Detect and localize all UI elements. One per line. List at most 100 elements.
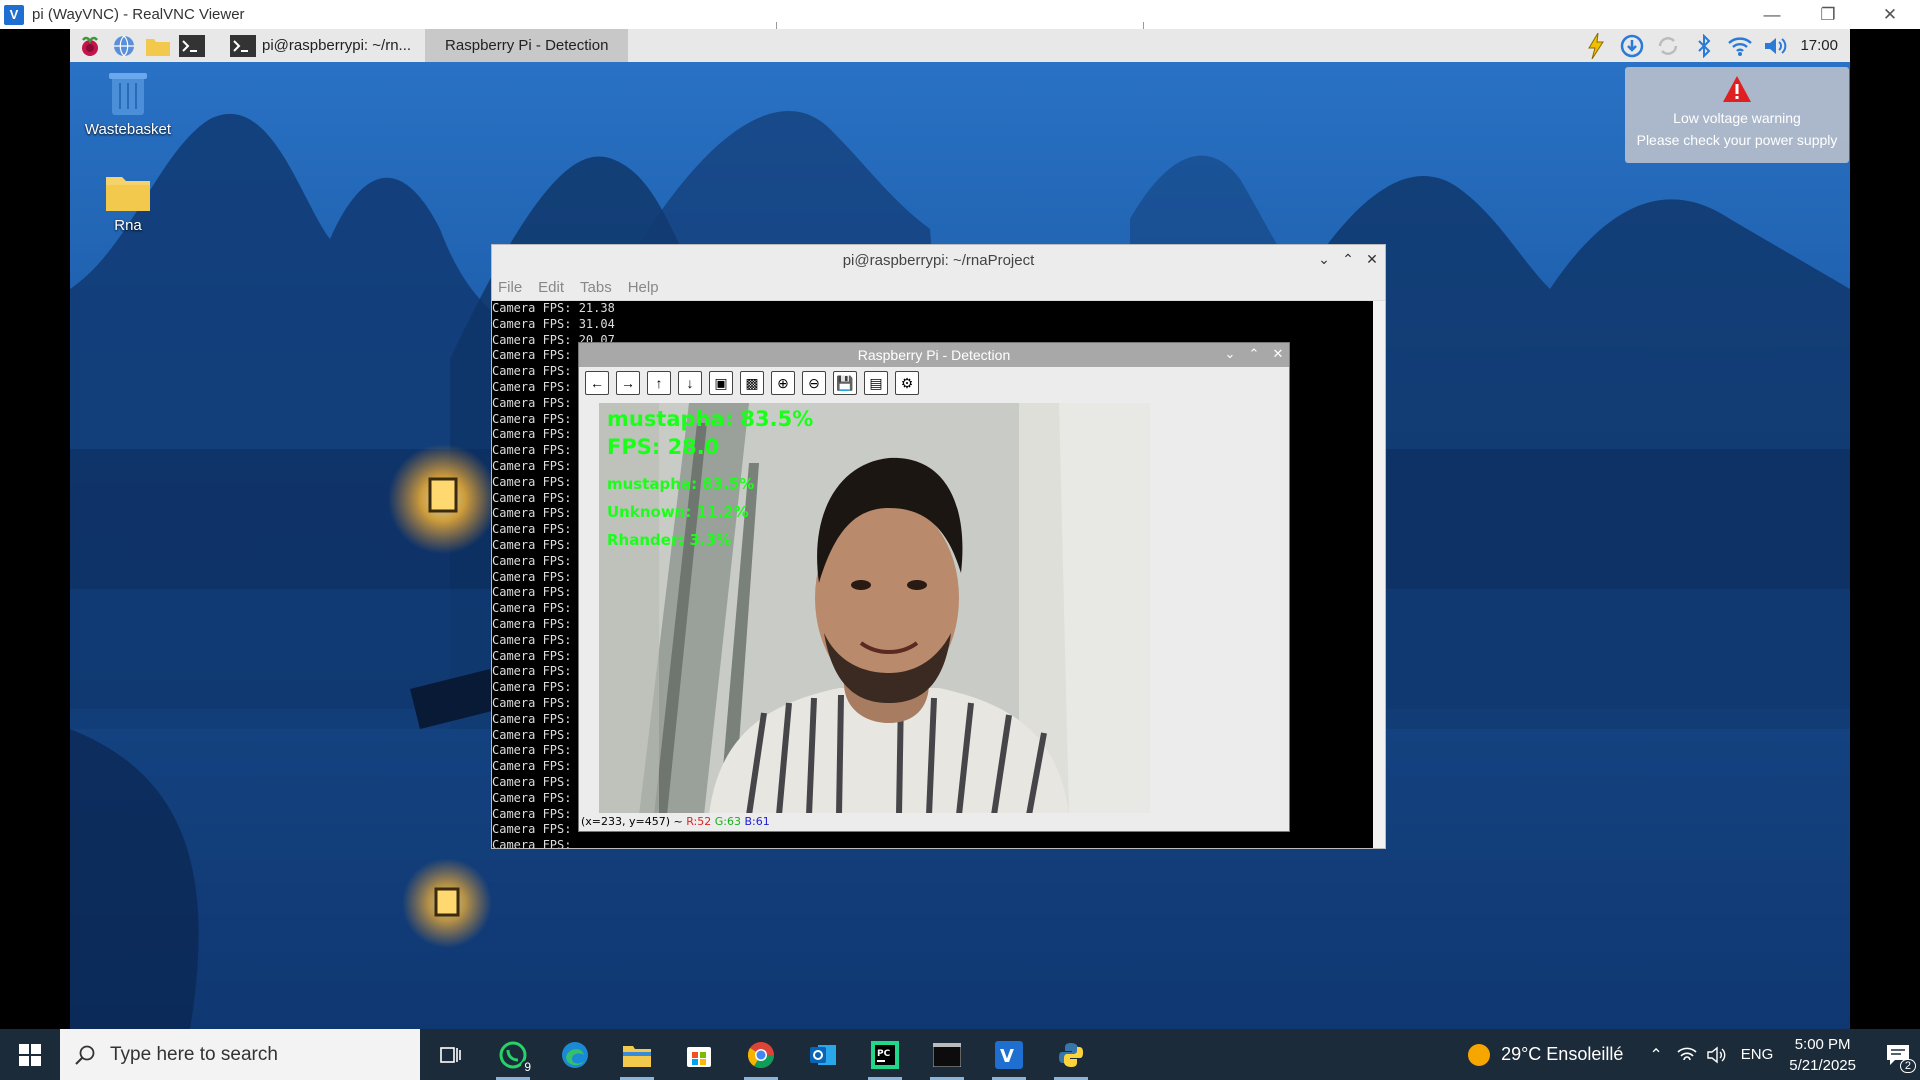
desktop-icon-label: Wastebasket xyxy=(84,121,172,138)
task-view-icon[interactable] xyxy=(420,1029,482,1080)
close-icon[interactable]: ✕ xyxy=(1269,346,1287,362)
pixel-status-bar: (x=233, y=457) ~ R:52 G:63 B:61 xyxy=(579,813,1289,831)
settings-icon[interactable]: ⚙ xyxy=(895,371,919,395)
sync-icon[interactable] xyxy=(1650,29,1686,62)
remote-desktop[interactable]: pi@raspberrypi: ~/rn... Raspberry Pi - D… xyxy=(70,29,1850,1029)
camera-image xyxy=(599,403,1150,815)
chevron-up-icon[interactable]: ⌃ xyxy=(1339,251,1357,268)
speaker-icon[interactable] xyxy=(1707,1046,1727,1064)
bluetooth-icon[interactable] xyxy=(1686,29,1722,62)
pi-panel: pi@raspberrypi: ~/rn... Raspberry Pi - D… xyxy=(70,29,1850,62)
detection-titlebar[interactable]: Raspberry Pi - Detection ⌄ ⌃ ✕ xyxy=(579,343,1289,367)
update-download-icon[interactable] xyxy=(1614,29,1650,62)
menu-edit[interactable]: Edit xyxy=(538,279,564,296)
show-hidden-icons-icon[interactable]: ⌃ xyxy=(1649,1045,1662,1065)
terminal-line: Camera FPS: xyxy=(492,838,572,848)
terminal-launcher-icon[interactable] xyxy=(178,32,206,60)
taskbar-clock[interactable]: 5:00 PM 5/21/2025 xyxy=(1789,1034,1856,1076)
pi-clock[interactable]: 17:00 xyxy=(1794,37,1850,54)
terminal-menubar: File Edit Tabs Help xyxy=(492,275,1385,301)
edge-icon[interactable] xyxy=(544,1029,606,1080)
chevron-up-icon[interactable]: ⌃ xyxy=(1245,346,1263,362)
windows-taskbar: Type here to search 9 PC V 29°C Ensoleil… xyxy=(0,1029,1920,1080)
taskbar-date: 5/21/2025 xyxy=(1789,1056,1856,1074)
file-manager-icon[interactable] xyxy=(144,32,172,60)
low-voltage-notification[interactable]: Low voltage warning Please check your po… xyxy=(1625,67,1849,163)
zoom-in-icon[interactable]: ⊕ xyxy=(771,371,795,395)
pan-up-icon[interactable]: ↑ xyxy=(647,371,671,395)
minimize-button[interactable]: — xyxy=(1744,0,1800,29)
raspberry-menu-icon[interactable] xyxy=(76,32,104,60)
menu-tabs[interactable]: Tabs xyxy=(580,279,612,296)
pan-left-icon[interactable]: ← xyxy=(585,371,609,395)
window-title: pi (WayVNC) - RealVNC Viewer xyxy=(32,6,245,23)
status-blue: B:61 xyxy=(744,815,770,828)
trash-icon xyxy=(109,73,147,115)
svg-text:V: V xyxy=(1000,1046,1014,1067)
panel-task-terminal[interactable]: pi@raspberrypi: ~/rn... xyxy=(220,29,421,62)
overlay-main-label: mustapha: 83.5% xyxy=(607,407,814,431)
notification-line1: Low voltage warning xyxy=(1673,110,1801,126)
properties-icon[interactable]: ▤ xyxy=(864,371,888,395)
pycharm-icon[interactable]: PC xyxy=(854,1029,916,1080)
panel-task-detection[interactable]: Raspberry Pi - Detection xyxy=(425,29,629,62)
close-icon[interactable]: ✕ xyxy=(1363,251,1381,268)
notification-line2: Please check your power supply xyxy=(1636,132,1838,148)
overlay-fps: FPS: 28.0 xyxy=(607,435,720,459)
wifi-icon[interactable] xyxy=(1722,29,1758,62)
menu-file[interactable]: File xyxy=(498,279,522,296)
panel-task-label: Raspberry Pi - Detection xyxy=(445,37,609,54)
save-icon[interactable]: 💾 xyxy=(833,371,857,395)
notification-count: 2 xyxy=(1899,1059,1916,1073)
realvnc-icon[interactable]: V xyxy=(978,1029,1040,1080)
terminal-line: Camera FPS: 31.04 xyxy=(492,316,615,331)
volume-icon[interactable] xyxy=(1758,29,1794,62)
weather-sun-icon xyxy=(1468,1043,1491,1066)
terminal-titlebar[interactable]: pi@raspberrypi: ~/rnaProject ⌄ ⌃ ✕ xyxy=(492,245,1385,275)
search-icon xyxy=(75,1045,95,1065)
python-icon[interactable] xyxy=(1040,1029,1102,1080)
language-indicator[interactable]: ENG xyxy=(1741,1046,1774,1063)
pan-down-icon[interactable]: ↓ xyxy=(678,371,702,395)
detection-window[interactable]: Raspberry Pi - Detection ⌄ ⌃ ✕ ← → ↑ ↓ ▣… xyxy=(578,342,1290,832)
desktop-icon-rna[interactable]: Rna xyxy=(73,171,183,234)
chrome-icon[interactable] xyxy=(730,1029,792,1080)
lightning-icon[interactable] xyxy=(1578,29,1614,62)
chevron-down-icon[interactable]: ⌄ xyxy=(1315,251,1333,268)
zoom-out-icon[interactable]: ⊖ xyxy=(802,371,826,395)
close-button[interactable]: ✕ xyxy=(1862,0,1918,29)
search-placeholder: Type here to search xyxy=(110,1043,278,1065)
terminal-scrollbar[interactable] xyxy=(1373,301,1385,848)
network-icon[interactable] xyxy=(1677,1046,1697,1064)
windows-logo-icon xyxy=(19,1043,41,1066)
pan-right-icon[interactable]: → xyxy=(616,371,640,395)
desktop-icon-wastebasket[interactable]: Wastebasket xyxy=(73,69,183,138)
zoom-fit-icon[interactable]: ▣ xyxy=(709,371,733,395)
microsoft-store-icon[interactable] xyxy=(668,1029,730,1080)
pi-tray: 17:00 xyxy=(1578,29,1850,62)
file-explorer-icon[interactable] xyxy=(606,1029,668,1080)
windows-tray: 29°C Ensoleillé ⌃ ENG 5:00 PM 5/21/2025 … xyxy=(1467,1029,1920,1080)
overlay-score: Rhander: 3.3% xyxy=(607,531,732,549)
camera-feed[interactable]: mustapha: 83.5% FPS: 28.0 mustapha: 83.5… xyxy=(599,403,1150,815)
status-coords: (x=233, y=457) ~ xyxy=(581,815,683,828)
whatsapp-icon[interactable]: 9 xyxy=(482,1029,544,1080)
zoom-original-icon[interactable]: ▩ xyxy=(740,371,764,395)
taskbar-search-box[interactable]: Type here to search xyxy=(60,1029,420,1080)
weather-text[interactable]: 29°C Ensoleillé xyxy=(1501,1044,1623,1065)
chevron-down-icon[interactable]: ⌄ xyxy=(1221,346,1239,362)
terminal-title: pi@raspberrypi: ~/rnaProject xyxy=(842,251,1035,269)
overlay-score: Unknown: 11.2% xyxy=(607,503,749,521)
detection-toolbar: ← → ↑ ↓ ▣ ▩ ⊕ ⊖ 💾 ▤ ⚙ xyxy=(579,367,1289,399)
windows-start-button[interactable] xyxy=(0,1029,60,1080)
realvnc-logo-icon: V xyxy=(4,4,24,25)
panel-task-label: pi@raspberrypi: ~/rn... xyxy=(262,37,412,54)
restore-button[interactable]: ❐ xyxy=(1800,0,1856,29)
outlook-icon[interactable] xyxy=(792,1029,854,1080)
detection-title: Raspberry Pi - Detection xyxy=(857,347,1011,363)
browser-icon[interactable] xyxy=(110,32,138,60)
notification-center-icon[interactable]: 2 xyxy=(1876,1029,1920,1080)
warning-icon xyxy=(1723,76,1751,102)
console-icon[interactable] xyxy=(916,1029,978,1080)
menu-help[interactable]: Help xyxy=(628,279,659,296)
